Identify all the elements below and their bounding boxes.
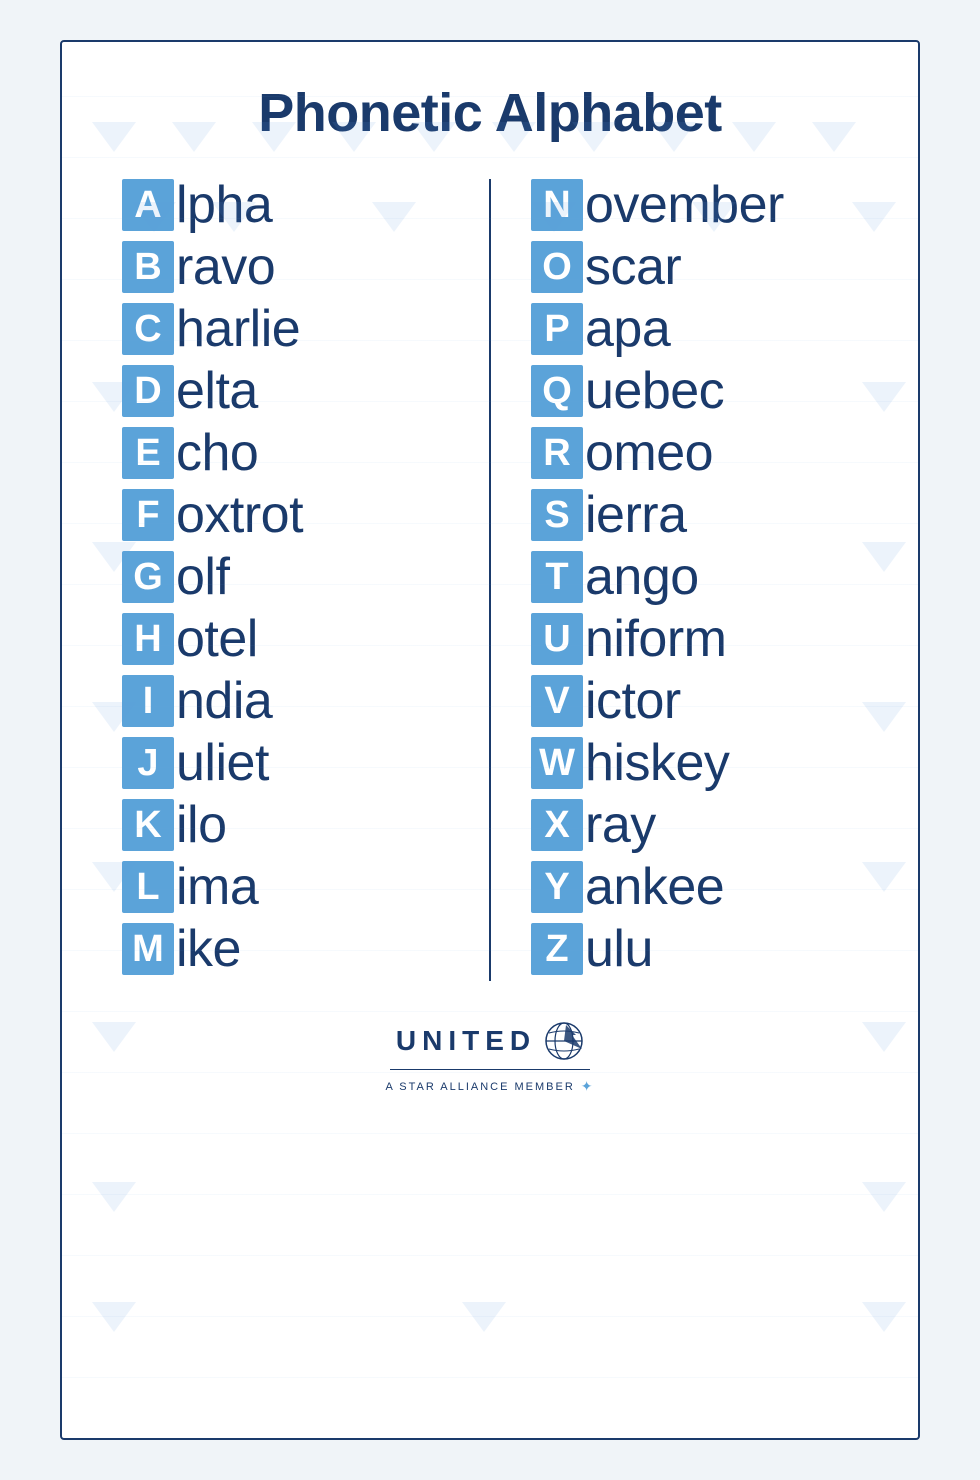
word-rest-f: oxtrot [176,489,303,541]
right-item-x: Xray [531,799,858,851]
word-rest-e: cho [176,427,258,479]
right-item-y: Yankee [531,861,858,913]
word-rest-h: otel [176,613,258,665]
right-item-o: Oscar [531,241,858,293]
left-item-j: Juliet [122,737,449,789]
letter-box-b: B [122,241,174,293]
right-item-n: November [531,179,858,231]
letter-box-v: V [531,675,583,727]
word-rest-i: ndia [176,675,272,727]
word-rest-b: ravo [176,241,275,293]
word-rest-x: ray [585,799,656,851]
left-item-c: Charlie [122,303,449,355]
letter-box-t: T [531,551,583,603]
right-item-v: Victor [531,675,858,727]
word-rest-j: uliet [176,737,269,789]
united-brand-text: UNITED [396,1025,536,1057]
right-item-r: Romeo [531,427,858,479]
right-item-t: Tango [531,551,858,603]
letter-box-o: O [531,241,583,293]
word-rest-u: niform [585,613,726,665]
letter-box-i: I [122,675,174,727]
letter-box-x: X [531,799,583,851]
letter-box-s: S [531,489,583,541]
word-rest-q: uebec [585,365,724,417]
word-rest-k: ilo [176,799,227,851]
letter-box-r: R [531,427,583,479]
letter-box-w: W [531,737,583,789]
page-title: Phonetic Alphabet [122,82,858,144]
left-item-d: Delta [122,365,449,417]
letter-box-k: K [122,799,174,851]
right-item-w: Whiskey [531,737,858,789]
right-item-z: Zulu [531,923,858,975]
right-item-s: Sierra [531,489,858,541]
letter-box-z: Z [531,923,583,975]
letter-box-j: J [122,737,174,789]
letter-box-q: Q [531,365,583,417]
letter-box-g: G [122,551,174,603]
right-item-p: Papa [531,303,858,355]
right-column: November Oscar Papa Quebec Romeo Sierra … [491,179,858,981]
word-rest-n: ovember [585,179,784,231]
letter-box-p: P [531,303,583,355]
word-rest-c: harlie [176,303,300,355]
word-rest-w: hiskey [585,737,729,789]
letter-box-u: U [531,613,583,665]
letter-box-h: H [122,613,174,665]
left-item-l: Lima [122,861,449,913]
left-item-m: Mike [122,923,449,975]
word-rest-r: omeo [585,427,713,479]
left-column: Alpha Bravo Charlie Delta Echo Foxtrot G… [122,179,491,981]
footer: UNITED A STAR ALLIANCE MEMBER ✦ [122,1021,858,1095]
star-alliance-icon: ✦ [581,1078,595,1095]
word-rest-o: scar [585,241,681,293]
letter-box-n: N [531,179,583,231]
letter-box-y: Y [531,861,583,913]
main-card: Phonetic Alphabet Alpha Bravo Charlie De… [60,40,920,1440]
letter-box-d: D [122,365,174,417]
left-item-k: Kilo [122,799,449,851]
word-rest-d: elta [176,365,258,417]
word-rest-p: apa [585,303,670,355]
word-rest-t: ango [585,551,699,603]
left-item-b: Bravo [122,241,449,293]
letter-box-f: F [122,489,174,541]
letter-box-c: C [122,303,174,355]
word-rest-a: lpha [176,179,272,231]
united-logo: UNITED [396,1021,584,1061]
letter-box-a: A [122,179,174,231]
word-rest-l: ima [176,861,258,913]
right-item-u: Uniform [531,613,858,665]
word-rest-z: ulu [585,923,653,975]
left-item-e: Echo [122,427,449,479]
star-alliance-text: A STAR ALLIANCE MEMBER ✦ [385,1078,594,1095]
left-item-f: Foxtrot [122,489,449,541]
right-item-q: Quebec [531,365,858,417]
word-rest-v: ictor [585,675,681,727]
left-item-i: India [122,675,449,727]
word-rest-m: ike [176,923,241,975]
letter-box-e: E [122,427,174,479]
word-rest-y: ankee [585,861,724,913]
letter-box-m: M [122,923,174,975]
word-rest-g: olf [176,551,229,603]
word-rest-s: ierra [585,489,687,541]
united-globe-icon [544,1021,584,1061]
letter-box-l: L [122,861,174,913]
left-item-g: Golf [122,551,449,603]
footer-divider [390,1069,590,1070]
left-item-a: Alpha [122,179,449,231]
alphabet-grid: Alpha Bravo Charlie Delta Echo Foxtrot G… [122,179,858,981]
left-item-h: Hotel [122,613,449,665]
